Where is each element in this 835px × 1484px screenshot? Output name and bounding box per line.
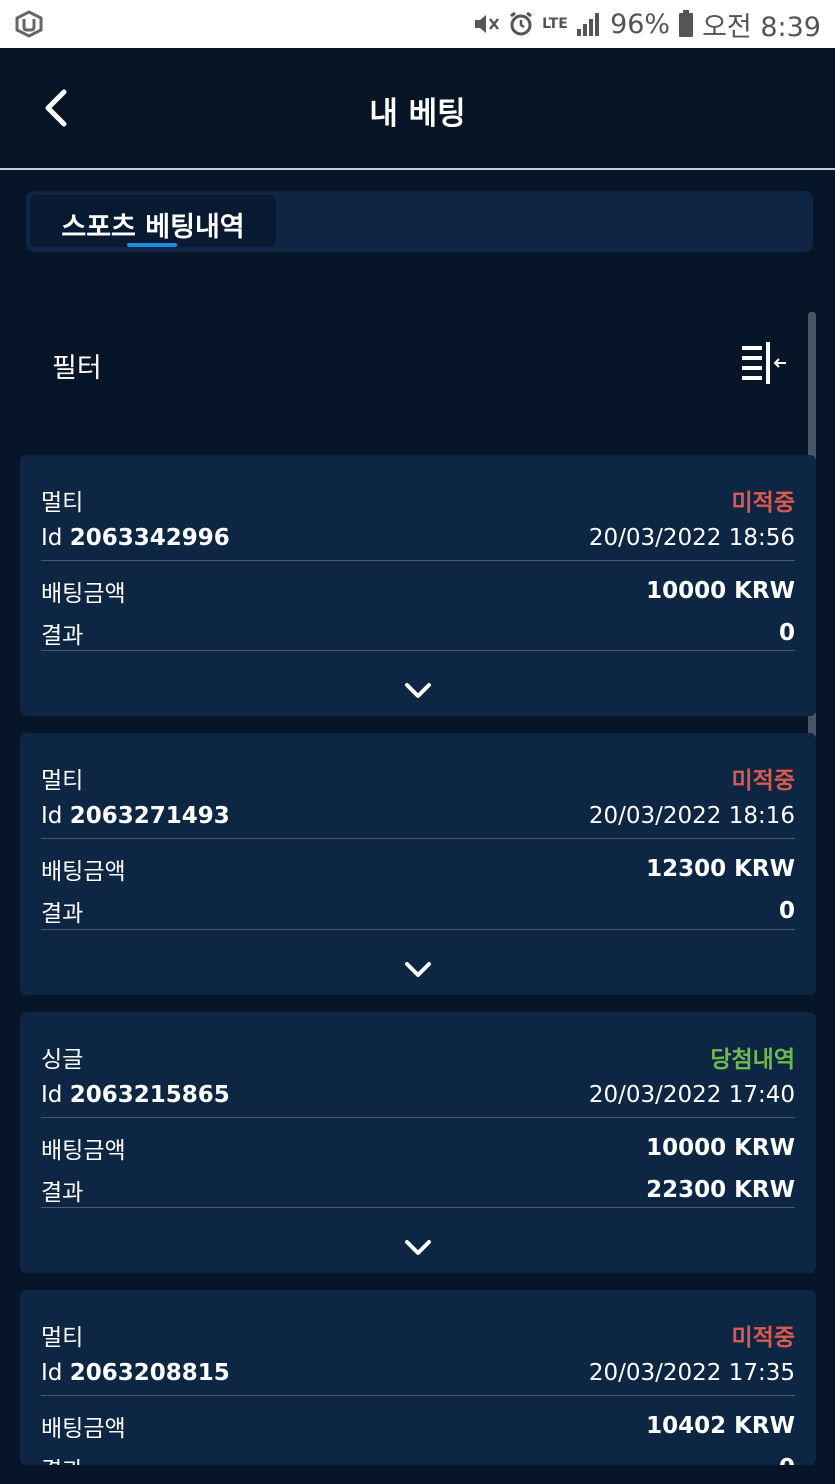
filter-label: 필터	[52, 353, 102, 384]
result-value: 22300 KRW	[646, 1177, 795, 1203]
tab-sports-bet-history[interactable]: 스포츠 베팅내역	[30, 195, 276, 247]
bet-id-prefix: Id	[41, 525, 63, 551]
alarm-icon	[510, 11, 532, 36]
stake-value: 10402 KRW	[646, 1413, 795, 1439]
chevron-down-icon[interactable]	[403, 960, 433, 980]
network-label: LTE	[542, 16, 568, 32]
mute-icon	[475, 15, 500, 33]
result-row: 결과 0	[41, 616, 795, 650]
divider	[41, 838, 795, 839]
bet-id-value: 2063271493	[69, 803, 230, 829]
bet-type: 싱글	[41, 1047, 84, 1073]
clock: 오전 8:39	[702, 11, 821, 43]
bet-status: 미적중	[731, 490, 795, 516]
bet-id: Id 2063208815	[41, 1360, 230, 1386]
stake-value: 12300 KRW	[646, 856, 795, 882]
page-title: 내 베팅	[369, 96, 466, 132]
filter-row: 필터	[20, 320, 810, 410]
bet-id-value: 2063342996	[69, 525, 230, 551]
result-label: 결과	[41, 901, 84, 927]
battery-icon	[679, 10, 694, 37]
bet-id-value: 2063208815	[69, 1360, 230, 1386]
stake-value: 10000 KRW	[646, 578, 795, 604]
result-row: 결과 0	[41, 1451, 795, 1465]
bet-type: 멀티	[41, 490, 84, 516]
divider	[41, 929, 795, 930]
bet-id-prefix: Id	[41, 1360, 63, 1386]
bet-id-row: Id 2063208815 20/03/2022 17:35	[41, 1360, 795, 1386]
signal-icon	[577, 13, 600, 36]
stake-label: 배팅금액	[41, 1416, 126, 1442]
stake-row: 배팅금액 10402 KRW	[41, 1409, 795, 1443]
bet-card-header: 멀티 미적중	[41, 761, 795, 795]
divider	[41, 1207, 795, 1208]
chevron-down-icon[interactable]	[403, 681, 433, 701]
result-value: 0	[778, 620, 795, 646]
bet-card-header: 멀티 미적중	[41, 1318, 795, 1352]
stake-label: 배팅금액	[41, 581, 126, 607]
stake-row: 배팅금액 10000 KRW	[41, 1131, 795, 1165]
bet-id-row: Id 2063342996 20/03/2022 18:56	[41, 525, 795, 551]
status-icons: LTE 96% 오전 8:39	[472, 0, 821, 48]
battery-percent: 96%	[610, 8, 671, 40]
stake-label: 배팅금액	[41, 859, 126, 885]
result-value: 0	[778, 898, 795, 924]
bet-id-value: 2063215865	[69, 1082, 230, 1108]
bet-status: 미적중	[731, 1325, 795, 1351]
filter-collapse-icon[interactable]	[742, 342, 788, 384]
chevron-down-icon[interactable]	[403, 1238, 433, 1258]
bet-datetime: 20/03/2022 18:16	[588, 803, 795, 829]
bet-id: Id 2063215865	[41, 1082, 230, 1108]
bet-card: 멀티 미적중 Id 2063342996 20/03/2022 18:56 배팅…	[20, 455, 816, 716]
divider	[41, 1395, 795, 1396]
bet-type: 멀티	[41, 768, 84, 794]
bet-card-header: 싱글 당첨내역	[41, 1040, 795, 1074]
bet-card: 멀티 미적중 Id 2063208815 20/03/2022 17:35 배팅…	[20, 1290, 816, 1465]
stake-label: 배팅금액	[41, 1138, 126, 1164]
bet-id: Id 2063271493	[41, 803, 230, 829]
tab-label: 스포츠 베팅내역	[61, 212, 245, 243]
bet-datetime: 20/03/2022 18:56	[588, 525, 795, 551]
bet-card: 멀티 미적중 Id 2063271493 20/03/2022 18:16 배팅…	[20, 733, 816, 995]
stake-row: 배팅금액 10000 KRW	[41, 574, 795, 608]
result-label: 결과	[41, 1180, 84, 1206]
bet-id-prefix: Id	[41, 1082, 63, 1108]
divider	[41, 560, 795, 561]
bet-card-header: 멀티 미적중	[41, 483, 795, 517]
bet-status: 미적중	[731, 768, 795, 794]
result-label: 결과	[41, 1451, 83, 1465]
app-bar: 내 베팅	[0, 48, 835, 170]
app-logo-icon	[15, 10, 43, 38]
divider	[41, 1117, 795, 1118]
status-bar: LTE 96% 오전 8:39	[0, 0, 835, 48]
tab-active-indicator	[127, 243, 177, 247]
result-value: 0	[779, 1455, 795, 1465]
bet-type: 멀티	[41, 1325, 84, 1351]
tab-bar: 스포츠 베팅내역	[26, 191, 813, 252]
result-row: 결과 0	[41, 894, 795, 928]
stake-value: 10000 KRW	[646, 1135, 795, 1161]
divider	[41, 650, 795, 651]
bet-status: 당첨내역	[710, 1047, 795, 1073]
bet-datetime: 20/03/2022 17:35	[588, 1360, 795, 1386]
bet-card: 싱글 당첨내역 Id 2063215865 20/03/2022 17:40 배…	[20, 1012, 816, 1273]
result-label: 결과	[41, 623, 84, 649]
bet-id-row: Id 2063271493 20/03/2022 18:16	[41, 803, 795, 829]
bet-id-row: Id 2063215865 20/03/2022 17:40	[41, 1082, 795, 1108]
bet-id-prefix: Id	[41, 803, 63, 829]
bet-id: Id 2063342996	[41, 525, 230, 551]
result-row: 결과 22300 KRW	[41, 1173, 795, 1207]
bet-datetime: 20/03/2022 17:40	[588, 1082, 795, 1108]
stake-row: 배팅금액 12300 KRW	[41, 852, 795, 886]
